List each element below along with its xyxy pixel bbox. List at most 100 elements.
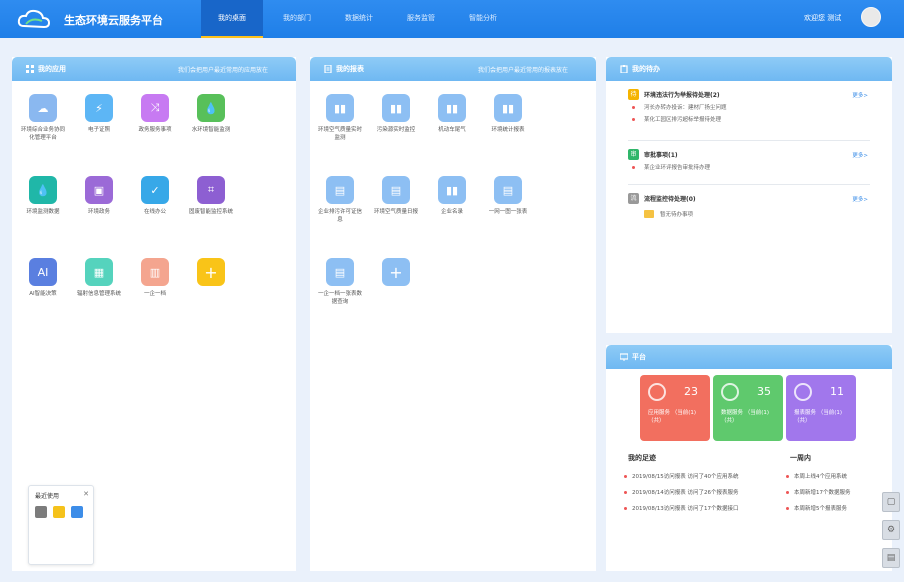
report-tile[interactable]: ▤ 环境空气质量日报 bbox=[372, 176, 420, 216]
app-tile[interactable]: ⤨ 政务服务事项 bbox=[131, 94, 179, 134]
app-label: 水环境智能监测 bbox=[191, 127, 231, 133]
chat-icon[interactable]: ▤ bbox=[882, 548, 900, 568]
app-label: 政务服务事项 bbox=[138, 127, 172, 133]
add-report-button[interactable]: + bbox=[372, 258, 420, 286]
app-tile[interactable]: ⚡ 电子证照 bbox=[75, 94, 123, 134]
bar-chart-icon: ▮▮ bbox=[382, 94, 410, 122]
count: 35 bbox=[757, 385, 771, 398]
tab-my-desktop[interactable]: 我的桌面 bbox=[201, 0, 263, 38]
report-tile[interactable]: ▮▮ 企业名录 bbox=[428, 176, 476, 216]
more-link[interactable]: 更多> bbox=[852, 195, 868, 203]
report-label: 环境统计报表 bbox=[491, 127, 525, 133]
app-title: 生态环境云服务平台 bbox=[64, 14, 163, 27]
lightning-icon: ⚡ bbox=[85, 94, 113, 122]
document-icon: ▤ bbox=[326, 258, 354, 286]
app-label: 固废智能监控系统 bbox=[188, 209, 233, 215]
monitor-icon bbox=[620, 353, 628, 361]
report-label: 企业名录 bbox=[440, 209, 463, 215]
cloud-icon: ☁ bbox=[29, 94, 57, 122]
footprint-title: 我的足迹 bbox=[628, 454, 656, 462]
caption: 数据服务 （当前(1) （共） bbox=[721, 410, 770, 424]
todo-item[interactable]: 某化工园区排污超标举报待处理 bbox=[628, 114, 868, 126]
report-tile[interactable]: ▤ 企业排污许可证信息 bbox=[316, 176, 364, 224]
blue-app-icon[interactable] bbox=[71, 506, 83, 518]
todo-group-title[interactable]: 环境违法行为举报待处理(2) bbox=[644, 90, 720, 99]
app-tile[interactable]: ☁ 环境综合业务协同化管理平台 bbox=[19, 94, 67, 142]
user-greeting[interactable]: 欢迎您 测试 bbox=[804, 13, 841, 23]
recent-title: 最近使用 bbox=[35, 493, 60, 500]
close-icon[interactable]: ✕ bbox=[83, 490, 89, 498]
app-service-card[interactable]: 23 应用服务 （当前(1) （共） bbox=[640, 375, 710, 441]
more-link[interactable]: 更多> bbox=[852, 91, 868, 99]
app-label: AI智能决策 bbox=[29, 291, 57, 297]
panel-title: 我的待办 bbox=[632, 65, 660, 73]
todo-group-title[interactable]: 流程监控待处理(0) bbox=[644, 194, 696, 203]
todo-header: 我的待办 bbox=[606, 57, 892, 81]
tab-data-statistics[interactable]: 数据统计 bbox=[328, 0, 390, 38]
report-tile[interactable]: ▮▮ 环境统计报表 bbox=[484, 94, 532, 134]
tab-service-supervision[interactable]: 服务监管 bbox=[390, 0, 452, 38]
log-item: 本周新增5个报表服务 bbox=[786, 504, 847, 512]
app-label: 在线办公 bbox=[143, 209, 166, 215]
data-service-card[interactable]: 35 数据服务 （当前(1) （共） bbox=[713, 375, 783, 441]
report-label: 环境空气质量日报 bbox=[373, 209, 418, 215]
app-tile[interactable]: ✓ 在线办公 bbox=[131, 176, 179, 216]
app-tile[interactable]: AI AI智能决策 bbox=[19, 258, 67, 298]
add-app-button[interactable]: + bbox=[187, 258, 235, 286]
bar-chart-icon: ▮▮ bbox=[494, 94, 522, 122]
app-tile[interactable]: ⌗ 固废智能监控系统 bbox=[187, 176, 235, 216]
report-tile[interactable]: ▮▮ 环境空气质量实时监测 bbox=[316, 94, 364, 142]
app-label: 电子证照 bbox=[87, 127, 110, 133]
report-tile[interactable]: ▮▮ 污染源实时监控 bbox=[372, 94, 420, 134]
app-label: 环境政务 bbox=[87, 209, 110, 215]
todo-item[interactable]: 河长办转办投诉：建材厂扬尘问题 bbox=[628, 102, 868, 114]
platform-header: 平台 bbox=[606, 345, 892, 369]
tab-smart-analysis[interactable]: 智能分析 bbox=[452, 0, 514, 38]
report-tile[interactable]: ▤ 一网一图一张表 bbox=[484, 176, 532, 216]
bar-chart-icon: ▮▮ bbox=[438, 176, 466, 204]
panel-tip: 我们会把用户最近常用的报表放在 bbox=[477, 67, 568, 74]
cube-icon[interactable]: ▢ bbox=[882, 492, 900, 512]
cube-icon bbox=[648, 383, 666, 401]
my-reports-header: 我的报表 我们会把用户最近常用的报表放在 bbox=[310, 57, 596, 81]
todo-group-title[interactable]: 审批事项(1) bbox=[644, 150, 678, 159]
app-tile[interactable]: ▣ 环境政务 bbox=[75, 176, 123, 216]
avatar[interactable] bbox=[861, 7, 881, 27]
todo-item[interactable]: 某企业环评报告审批待办理 bbox=[628, 162, 868, 174]
plus-icon: + bbox=[382, 258, 410, 286]
recent-apps-popup: 最近使用 ✕ bbox=[28, 485, 94, 565]
more-link[interactable]: 更多> bbox=[852, 151, 868, 159]
report-label: 一企一档一张表数据查询 bbox=[317, 291, 362, 305]
document-icon: ▤ bbox=[494, 176, 522, 204]
log-item: 2019/08/13访问报表 访问了17个数据接口 bbox=[624, 504, 738, 512]
yellow-app-icon[interactable] bbox=[53, 506, 65, 518]
caption: 应用服务 （当前(1) （共） bbox=[648, 410, 697, 424]
tab-my-department[interactable]: 我的部门 bbox=[266, 0, 328, 38]
settings-icon[interactable]: ⚙ bbox=[882, 520, 900, 540]
report-label: 机动车尾气 bbox=[438, 127, 466, 133]
bar-chart-icon: ▮▮ bbox=[326, 94, 354, 122]
app-tile[interactable]: ▥ 一企一档 bbox=[131, 258, 179, 298]
app-tile[interactable]: 💧 环境监测数据 bbox=[19, 176, 67, 216]
report-label: 一网一图一张表 bbox=[488, 209, 528, 215]
app-tile[interactable]: 💧 水环境智能监测 bbox=[187, 94, 235, 134]
todo-group: 审审批事项(1) 更多> 某企业环评报告审批待办理 bbox=[628, 148, 868, 174]
cloud-logo-icon bbox=[17, 9, 51, 29]
todo-group: 待环境违法行为举报待处理(2) 更多> 河长办转办投诉：建材厂扬尘问题 某化工园区… bbox=[628, 88, 868, 126]
top-navigation-bar: 生态环境云服务平台 我的桌面 我的部门 数据统计 服务监管 智能分析 欢迎您 测… bbox=[0, 0, 904, 38]
badge: 流 bbox=[628, 193, 639, 204]
grid-icon: ▦ bbox=[85, 258, 113, 286]
shuffle-icon: ⤨ bbox=[141, 94, 169, 122]
app-label: 环境监测数据 bbox=[26, 209, 60, 215]
briefcase-icon: ▣ bbox=[85, 176, 113, 204]
report-tile[interactable]: ▮▮ 机动车尾气 bbox=[428, 94, 476, 134]
report-service-card[interactable]: 11 报表服务 （当前(1) （共） bbox=[786, 375, 856, 441]
app-label: 环境综合业务协同化管理平台 bbox=[20, 127, 65, 141]
gray-app-icon[interactable] bbox=[35, 506, 47, 518]
app-tile[interactable]: ▦ 辐射信息管理系统 bbox=[75, 258, 123, 298]
columns-icon: ▥ bbox=[141, 258, 169, 286]
document-icon: ▤ bbox=[382, 176, 410, 204]
report-tile[interactable]: ▤ 一企一档一张表数据查询 bbox=[316, 258, 364, 306]
caption: 报表服务 （当前(1) （共） bbox=[794, 410, 843, 424]
empty-text: 暂无待办事项 bbox=[660, 212, 694, 218]
